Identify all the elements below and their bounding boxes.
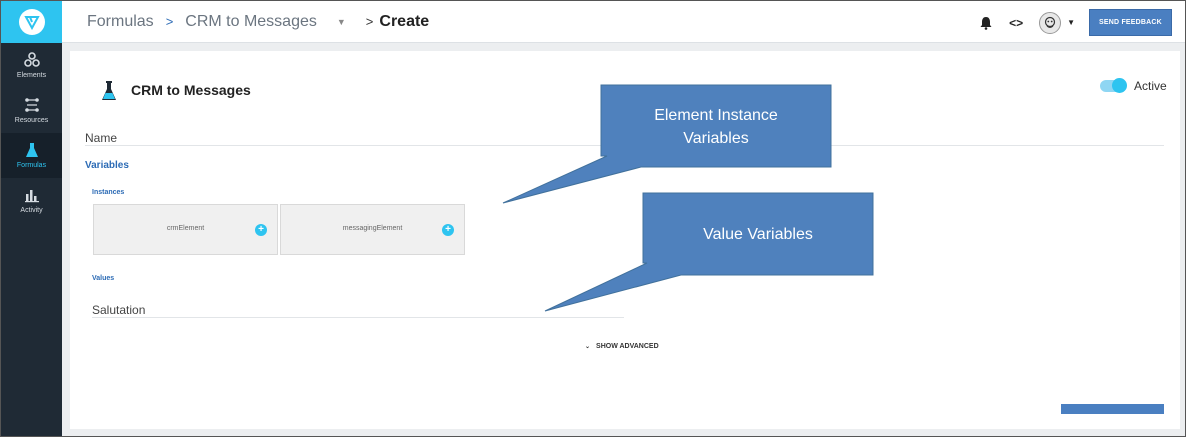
breadcrumb-separator: > (365, 14, 374, 29)
send-feedback-button[interactable]: SEND FEEDBACK (1089, 9, 1172, 36)
show-advanced-toggle[interactable]: ⌄ SHOW ADVANCED (585, 343, 659, 350)
avatar[interactable] (1039, 11, 1062, 34)
chevron-down-icon[interactable]: ▼ (1067, 18, 1075, 27)
flask-icon (25, 143, 38, 157)
sidebar-item-activity[interactable]: Activity (1, 178, 62, 223)
toggle-knob (1112, 78, 1127, 93)
code-icon[interactable]: <> (1009, 16, 1023, 30)
salutation-field[interactable]: Salutation (92, 303, 145, 317)
brand-logo[interactable] (1, 1, 62, 43)
plus-icon[interactable]: + (255, 224, 267, 236)
chevron-down-icon: ⌄ (585, 344, 591, 350)
sidebar-item-label: Elements (16, 72, 47, 79)
callout-line: Element Instance (654, 107, 778, 124)
callout-line: Value Variables (703, 226, 813, 243)
active-toggle[interactable] (1100, 78, 1127, 93)
instance-variable-name: crmElement (166, 225, 205, 232)
callout-element-instance-text: Element Instance Variables (601, 104, 831, 150)
breadcrumb-separator: > (165, 14, 174, 29)
top-right-actions: <> ▼ SEND FEEDBACK (979, 9, 1172, 36)
breadcrumb-formulas[interactable]: Formulas (87, 13, 154, 31)
app-window: Elements Resources Formulas Activity For… (0, 0, 1186, 437)
callout-line: Variables (683, 130, 749, 147)
sidebar-item-resources[interactable]: Resources (1, 88, 62, 133)
flask-icon (102, 81, 116, 100)
bar-chart-icon (24, 190, 39, 203)
elements-icon (23, 52, 40, 67)
instance-variable-card[interactable]: messagingElement + (280, 204, 465, 255)
sidebar-item-label: Formulas (16, 162, 47, 169)
name-field[interactable]: Name (85, 131, 117, 145)
sidebar-item-label: Activity (20, 207, 43, 214)
instance-variable-card[interactable]: crmElement + (93, 204, 278, 255)
page-title: CRM to Messages (131, 82, 251, 98)
chevron-down-icon[interactable]: ▼ (337, 17, 346, 27)
resources-icon (24, 98, 39, 112)
variables-heading: Variables (85, 160, 129, 171)
salutation-field-underline (92, 317, 624, 318)
instance-variable-name: messagingElement (342, 225, 403, 232)
save-button[interactable] (1061, 404, 1164, 414)
brand-logo-icon (18, 9, 45, 35)
values-heading: Values (92, 275, 115, 282)
breadcrumb-current: Create (379, 12, 430, 30)
breadcrumb-formula[interactable]: CRM to Messages (185, 13, 317, 31)
sidebar: Elements Resources Formulas Activity (1, 1, 62, 436)
show-advanced-label: SHOW ADVANCED (596, 343, 659, 350)
instances-heading: Instances (92, 189, 125, 196)
sidebar-item-label: Resources (14, 117, 49, 124)
callout-value-variables-text: Value Variables (643, 223, 873, 246)
top-bar: Formulas > CRM to Messages ▼ > Create <>… (62, 1, 1185, 43)
sidebar-item-elements[interactable]: Elements (1, 43, 62, 88)
sidebar-item-formulas[interactable]: Formulas (1, 133, 62, 178)
plus-icon[interactable]: + (442, 224, 454, 236)
bell-icon[interactable] (979, 16, 993, 30)
active-toggle-label: Active (1134, 79, 1167, 93)
